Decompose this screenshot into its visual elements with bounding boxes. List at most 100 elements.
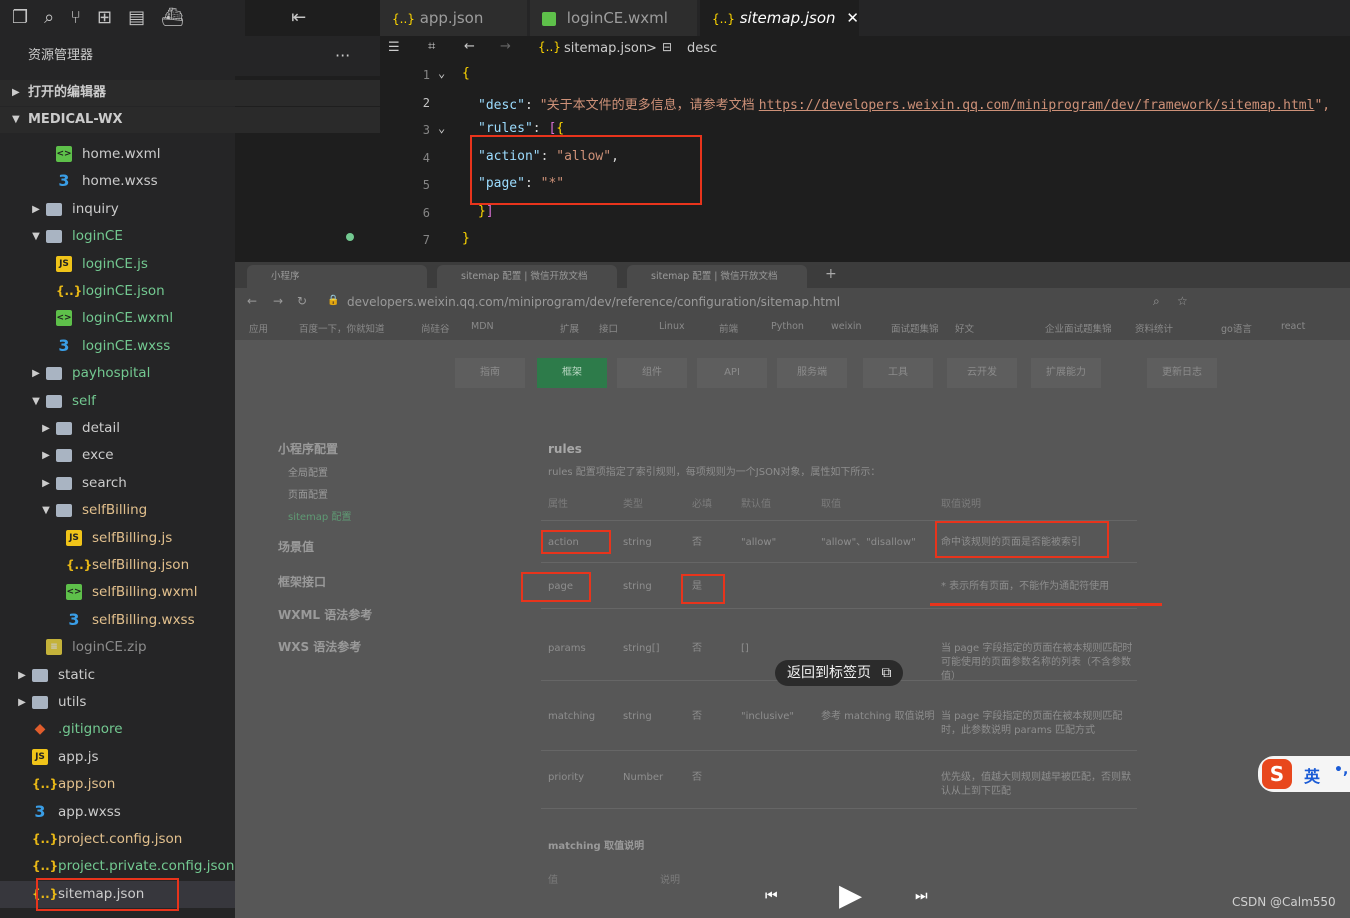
chevron-down-icon[interactable]: ▼ (30, 223, 42, 250)
extensions-icon[interactable]: ⊞ (97, 8, 112, 28)
file-item[interactable]: <> selfBilling.wxml (0, 579, 235, 606)
bookmark-item[interactable]: 面试题集锦 (891, 321, 939, 335)
file-item[interactable]: 3 home.wxss (0, 168, 235, 195)
breadcrumb-node[interactable]: desc (687, 41, 717, 56)
zoom-icon[interactable]: ⌕ (1153, 294, 1160, 309)
side-menu-item[interactable]: 框架接口 (278, 573, 326, 590)
return-to-tab-tooltip[interactable]: 返回到标签页 ⧉ (775, 660, 904, 686)
bookmark-item[interactable]: 好文 (955, 321, 974, 335)
folder-item[interactable]: ▶ payhospital (0, 360, 235, 387)
breadcrumb-file[interactable]: sitemap.json (564, 41, 647, 56)
bookmark-item[interactable]: 应用 (249, 321, 268, 335)
docker-icon[interactable]: ⛴ (161, 8, 184, 28)
new-tab-icon[interactable]: + (825, 266, 837, 282)
file-item[interactable]: {..} project.private.config.json (0, 853, 235, 880)
browser-tab[interactable]: sitemap 配置 | 微信开放文档 (627, 265, 807, 288)
collapse-sidebar-icon[interactable]: ⇤ (291, 8, 306, 28)
url-input[interactable]: developers.weixin.qq.com/miniprogram/dev… (347, 295, 840, 309)
chevron-right-icon[interactable]: ▶ (40, 470, 52, 497)
save-icon[interactable]: ▤ (128, 8, 145, 28)
file-item[interactable]: {..} loginCE.json (0, 278, 235, 305)
side-menu-item[interactable]: sitemap 配置 (288, 508, 351, 523)
bookmark-item[interactable]: Linux (659, 321, 685, 332)
bookmark-item[interactable]: react (1281, 321, 1305, 332)
chevron-right-icon[interactable]: ▶ (30, 360, 42, 387)
chevron-right-icon[interactable]: ▶ (16, 689, 28, 716)
chevron-right-icon[interactable]: ▶ (30, 196, 42, 223)
folder-item[interactable]: ▶ utils (0, 689, 235, 716)
search-icon[interactable]: ⌕ (44, 8, 54, 28)
file-item[interactable]: ≡ loginCE.zip (0, 634, 235, 661)
file-item[interactable]: ◆ .gitignore (0, 716, 235, 743)
side-menu-item[interactable]: WXML 语法参考 (278, 606, 372, 623)
chevron-right-icon[interactable]: ▶ (40, 442, 52, 469)
forward-arrow-icon[interactable]: → (273, 294, 283, 308)
project-section[interactable]: ▼ MEDICAL-WX (0, 107, 380, 133)
bookmark-item[interactable]: 尚硅谷 (421, 321, 450, 335)
docs-nav-item[interactable]: 云开发 (947, 358, 1017, 388)
docs-nav-item[interactable]: 更新日志 (1147, 358, 1217, 388)
bookmark-item[interactable]: 扩展 (560, 321, 579, 335)
side-menu-item[interactable]: 全局配置 (288, 464, 328, 479)
back-arrow-icon[interactable]: ← (464, 39, 475, 54)
json-url[interactable]: https://developers.weixin.qq.com/minipro… (759, 98, 1315, 113)
docs-nav-item[interactable]: 服务端 (777, 358, 847, 388)
ime-toolbar[interactable]: S 英 •, (1258, 756, 1350, 792)
side-menu-item[interactable]: WXS 语法参考 (278, 638, 361, 655)
bookmark-item[interactable]: Python (771, 321, 804, 332)
file-item[interactable]: {..} selfBilling.json (0, 552, 235, 579)
docs-nav-item[interactable]: 扩展能力 (1031, 358, 1101, 388)
file-item[interactable]: <> home.wxml (0, 141, 235, 168)
chevron-down-icon[interactable]: ▼ (40, 497, 52, 524)
close-icon[interactable]: ✕ (846, 9, 859, 27)
fold-chevron-icon[interactable]: ⌄ (438, 121, 445, 135)
back-arrow-icon[interactable]: ← (247, 294, 257, 308)
code-editor[interactable]: 1 2 3 4 5 6 7 ⌄ ⌄ { "desc": "关于本文件的更多信息，… (380, 62, 1350, 262)
open-editors-section[interactable]: ▶ 打开的编辑器 (0, 80, 380, 106)
punctuation-icon[interactable]: •, (1334, 762, 1348, 778)
file-item[interactable]: <> loginCE.wxml (0, 305, 235, 332)
docs-nav-item[interactable]: 框架 (537, 358, 607, 388)
docs-nav-item[interactable]: 指南 (455, 358, 525, 388)
file-item[interactable]: {..} app.json (0, 771, 235, 798)
side-menu-item[interactable]: 页面配置 (288, 486, 328, 501)
star-icon[interactable]: ☆ (1177, 294, 1188, 308)
bookmark-item[interactable]: 企业面试题集锦 (1045, 321, 1112, 335)
file-item[interactable]: 3 loginCE.wxss (0, 333, 235, 360)
bookmark-item[interactable]: 资料统计 (1135, 321, 1173, 335)
file-item[interactable]: JS selfBilling.js (0, 525, 235, 552)
folder-item[interactable]: ▼ self (0, 388, 235, 415)
bookmark-icon[interactable]: ⌗ (428, 39, 435, 54)
file-item[interactable]: 3 selfBilling.wxss (0, 607, 235, 634)
folder-item[interactable]: ▶ inquiry (0, 196, 235, 223)
tab-logince-wxml[interactable]: loginCE.wxml (530, 0, 698, 36)
file-item[interactable]: JS loginCE.js (0, 251, 235, 278)
forward-arrow-icon[interactable]: → (500, 39, 511, 54)
folder-item[interactable]: ▶ static (0, 662, 235, 689)
side-menu-item[interactable]: 场景值 (278, 538, 314, 555)
bookmark-item[interactable]: 百度一下，你就知道 (299, 321, 385, 335)
tab-app-json[interactable]: {..} app.json (380, 0, 528, 36)
bookmark-item[interactable]: 前端 (719, 321, 738, 335)
tab-sitemap-json[interactable]: {..} sitemap.json ✕ (700, 0, 860, 36)
source-control-icon[interactable]: ⑂ (70, 8, 81, 28)
file-item[interactable]: JS app.js (0, 744, 235, 771)
browser-tab[interactable]: 小程序 (247, 265, 427, 288)
folder-item[interactable]: ▶ detail (0, 415, 235, 442)
chevron-right-icon[interactable]: ▶ (16, 662, 28, 689)
fold-chevron-icon[interactable]: ⌄ (438, 66, 445, 80)
next-icon[interactable]: ⏭ (915, 888, 928, 904)
reload-icon[interactable]: ↻ (297, 294, 307, 308)
ime-language[interactable]: 英 (1304, 763, 1320, 787)
folder-item[interactable]: ▶ exce (0, 442, 235, 469)
docs-nav-item[interactable]: API (697, 358, 767, 388)
bookmark-item[interactable]: 接口 (599, 321, 618, 335)
chevron-right-icon[interactable]: ▶ (40, 415, 52, 442)
bookmark-item[interactable]: MDN (471, 321, 494, 332)
bookmark-item[interactable]: weixin (831, 321, 862, 332)
folder-item[interactable]: ▶ search (0, 470, 235, 497)
chevron-down-icon[interactable]: ▼ (30, 388, 42, 415)
outline-icon[interactable]: ☰ (388, 40, 400, 55)
play-icon[interactable]: ▶ (839, 878, 862, 913)
folder-item[interactable]: ▼ loginCE (0, 223, 354, 250)
